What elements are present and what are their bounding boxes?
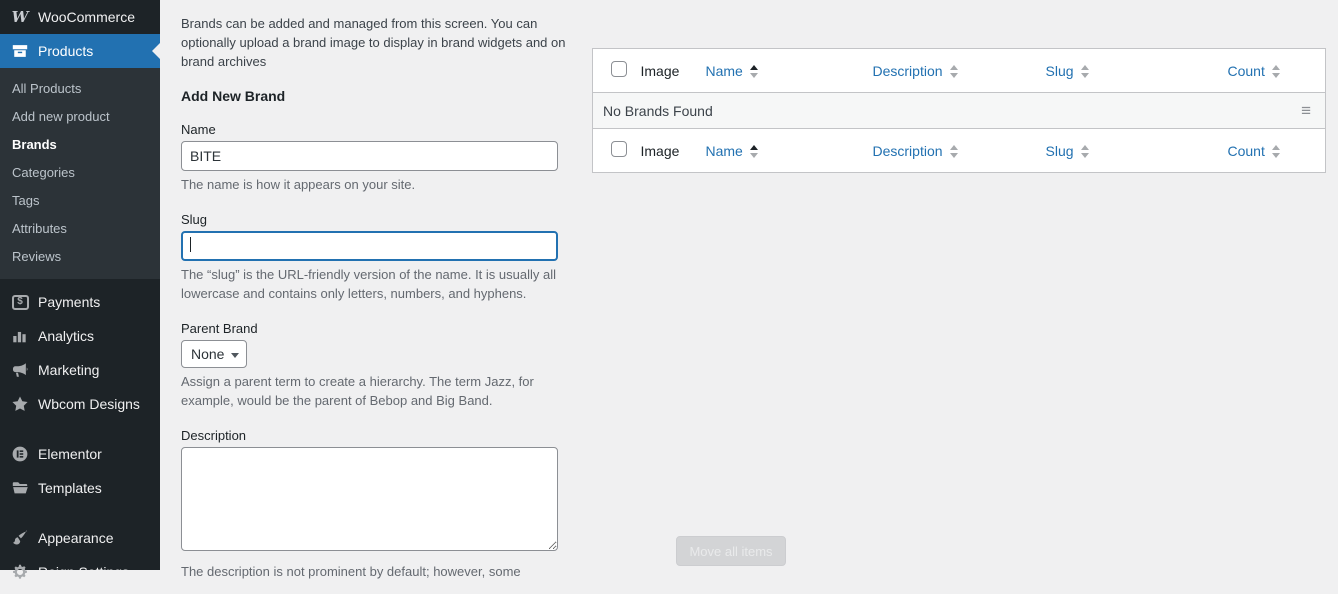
brand-slug-input[interactable] xyxy=(181,231,558,261)
brand-name-input[interactable] xyxy=(181,141,558,171)
sidebar-item-label: Templates xyxy=(38,480,102,496)
sidebar-item-label: Analytics xyxy=(38,328,95,344)
empty-message: No Brands Found xyxy=(603,102,713,119)
brand-description-textarea[interactable] xyxy=(181,447,558,551)
payments-icon: $ xyxy=(10,292,30,312)
analytics-chart-icon xyxy=(10,326,30,346)
parent-brand-label: Parent Brand xyxy=(181,321,258,336)
sidebar-item-elementor[interactable]: Elementor xyxy=(0,437,160,471)
column-footer-description[interactable]: Description xyxy=(862,128,1036,173)
sidebar-item-tags[interactable]: Tags xyxy=(0,187,160,215)
menu-separator xyxy=(0,421,160,437)
column-footer-image: Image xyxy=(640,142,680,159)
sidebar-item-products[interactable]: Products xyxy=(0,34,160,68)
elementor-icon xyxy=(10,444,30,464)
sidebar-item-add-new-product[interactable]: Add new product xyxy=(0,103,160,131)
products-submenu: All Products Add new product Brands Cate… xyxy=(0,68,160,279)
text-caret xyxy=(190,237,191,252)
paintbrush-icon xyxy=(10,528,30,548)
content-area: Brands can be added and managed from thi… xyxy=(160,0,1338,579)
slug-label: Slug xyxy=(181,212,208,227)
sidebar-item-reviews[interactable]: Reviews xyxy=(0,243,160,271)
column-header-name[interactable]: Name xyxy=(695,48,863,93)
selected-option: None xyxy=(191,346,225,362)
sidebar-item-label: Marketing xyxy=(38,362,100,378)
select-all-checkbox[interactable] xyxy=(611,61,627,77)
sidebar-item-analytics[interactable]: Analytics xyxy=(0,319,160,353)
sidebar-item-categories[interactable]: Categories xyxy=(0,159,160,187)
sort-icons xyxy=(749,65,758,79)
sort-icons xyxy=(1080,65,1089,79)
star-icon xyxy=(10,394,30,414)
sort-icons xyxy=(1271,65,1280,79)
table-footer-row: Image Name Description Slug Count xyxy=(592,128,1326,173)
sort-icons xyxy=(1080,145,1089,159)
disabled-floating-button[interactable]: Move all items xyxy=(676,536,786,566)
description-label: Description xyxy=(181,428,247,443)
parent-brand-select[interactable]: None xyxy=(181,340,247,368)
sort-icons xyxy=(1271,145,1280,159)
sidebar-item-label: Elementor xyxy=(38,446,102,462)
name-label: Name xyxy=(181,122,216,137)
sidebar-item-brands[interactable]: Brands xyxy=(0,131,160,159)
column-header-image: Image xyxy=(640,62,680,79)
column-header-slug[interactable]: Slug xyxy=(1035,48,1218,93)
form-heading: Add New Brand xyxy=(181,88,286,104)
sidebar-item-label: WooCommerce xyxy=(38,9,135,25)
slug-help: The “slug” is the URL-friendly version o… xyxy=(181,267,556,301)
products-box-icon xyxy=(10,41,30,61)
chevron-down-icon xyxy=(231,352,239,358)
add-brand-form: Brands can be added and managed from thi… xyxy=(181,0,565,594)
sidebar-item-label: Payments xyxy=(38,294,101,310)
menu-separator xyxy=(0,505,160,521)
sort-icons xyxy=(949,145,958,159)
sort-icons xyxy=(749,145,758,159)
megaphone-icon xyxy=(10,360,30,380)
column-header-count[interactable]: Count xyxy=(1217,48,1326,93)
admin-sidebar: W WooCommerce Products All Products Add … xyxy=(0,0,160,580)
woocommerce-logo-icon: W xyxy=(11,8,29,26)
sidebar-item-label: Wbcom Designs xyxy=(38,396,140,412)
sidebar-item-wbcom-designs[interactable]: Wbcom Designs xyxy=(0,387,160,421)
sidebar-item-label: Reign Settings xyxy=(38,564,130,580)
sidebar-item-woocommerce[interactable]: W WooCommerce xyxy=(0,0,160,34)
sidebar-item-marketing[interactable]: Marketing xyxy=(0,353,160,387)
sort-icons xyxy=(949,65,958,79)
parent-help: Assign a parent term to create a hierarc… xyxy=(181,374,534,408)
table-header-row: Image Name Description Slug Count xyxy=(592,48,1326,93)
empty-table-row: No Brands Found xyxy=(592,92,1326,129)
column-footer-slug[interactable]: Slug xyxy=(1035,128,1218,173)
brands-table: Image Name Description Slug Count No Bra… xyxy=(592,48,1326,173)
description-help: The description is not prominent by defa… xyxy=(181,564,521,579)
sidebar-item-label: Products xyxy=(38,43,94,59)
sidebar-item-attributes[interactable]: Attributes xyxy=(0,215,160,243)
rows-handle-icon[interactable] xyxy=(1301,102,1315,119)
sidebar-item-templates[interactable]: Templates xyxy=(0,471,160,505)
sidebar-item-all-products[interactable]: All Products xyxy=(0,75,160,103)
folder-icon xyxy=(10,478,30,498)
name-help: The name is how it appears on your site. xyxy=(181,177,416,192)
column-footer-count[interactable]: Count xyxy=(1217,128,1326,173)
sidebar-item-reign-settings[interactable]: Reign Settings xyxy=(0,555,160,589)
column-header-description[interactable]: Description xyxy=(862,48,1036,93)
screen-description: Brands can be added and managed from thi… xyxy=(181,16,566,69)
select-all-checkbox[interactable] xyxy=(611,141,627,157)
gear-icon xyxy=(10,562,30,582)
sidebar-item-label: Appearance xyxy=(38,530,114,546)
sidebar-item-payments[interactable]: $ Payments xyxy=(0,285,160,319)
sidebar-item-appearance[interactable]: Appearance xyxy=(0,521,160,555)
column-footer-name[interactable]: Name xyxy=(695,128,863,173)
